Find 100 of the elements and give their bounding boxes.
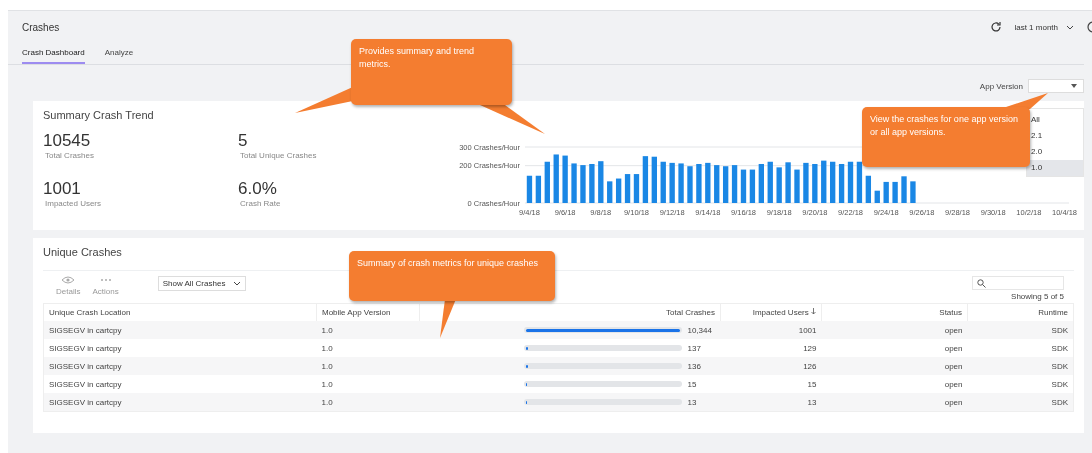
eye-icon (61, 276, 76, 284)
column-header[interactable]: Runtime (1038, 308, 1068, 317)
table-cell-text: 10,344 (687, 325, 713, 335)
table-cell: 126 (803, 361, 817, 371)
table-cell: open (944, 379, 963, 389)
table-cell-text: 137 (687, 343, 702, 353)
chart-bar (544, 161, 550, 203)
callout-bubble: Provides summary and trend metrics. (351, 39, 512, 105)
chart-bar (749, 169, 756, 203)
table-cell: 13 (807, 397, 817, 407)
chart-bar (651, 156, 657, 203)
callout-bubble: Summary of crash metrics for unique crashes (349, 251, 555, 301)
column-header[interactable]: Total Crashes (666, 308, 715, 317)
chart-bar (865, 175, 871, 203)
caret-down-icon (1071, 84, 1077, 88)
chart-bar (812, 164, 818, 203)
chart-bar (910, 181, 916, 203)
chart-bar (642, 156, 649, 203)
chart-bar (847, 161, 854, 203)
card-title: Unique Crashes (43, 246, 122, 258)
chart-bar (553, 154, 559, 203)
column-header[interactable]: Status (939, 308, 962, 317)
version-option[interactable]: 1.0 (1027, 160, 1083, 176)
chart-bar (723, 166, 729, 203)
chart-bar (526, 175, 533, 203)
chart-bar (615, 178, 622, 203)
filter-dropdown[interactable]: Show All Crashes (157, 276, 247, 291)
chart-bar (660, 161, 666, 203)
chart-bar (714, 165, 720, 203)
page-title: Crashes (22, 21, 60, 33)
tab[interactable]: Analyze (104, 48, 134, 64)
ellipsis-icon (99, 276, 112, 284)
help-icon[interactable] (1086, 21, 1092, 33)
table-cell: open (944, 343, 963, 353)
callout-pointer (480, 105, 545, 134)
version-option[interactable]: 2.1 (1027, 128, 1083, 144)
showing-count: Showing 5 of 5 (1011, 292, 1064, 301)
version-option[interactable]: 2.0 (1027, 144, 1083, 160)
search-field[interactable] (972, 276, 1064, 290)
card-title: Summary Crash Trend (43, 109, 154, 121)
table-cell: 1.0 (321, 361, 333, 371)
chart-bar (838, 164, 845, 203)
metric-label: Total Unique Crashes (239, 151, 318, 160)
tab[interactable]: Crash Dashboard (22, 48, 85, 64)
time-range-dropdown[interactable]: last 1 month (1014, 22, 1074, 32)
chart-bar (785, 162, 791, 203)
table-cell: open (944, 397, 963, 407)
table-cell: SIGSEGV in cartcpy (49, 361, 122, 371)
chart-bar (589, 164, 595, 203)
metric-label: Impacted Users (44, 198, 103, 208)
table-cell: SDK (1051, 325, 1068, 335)
metric-value: 1001 (43, 178, 82, 199)
callout-pointer (440, 299, 456, 338)
app-version-label: App Version (979, 81, 1023, 91)
table-cell: open (944, 325, 963, 335)
chart-bar (624, 174, 631, 203)
chart-bar (687, 166, 693, 203)
metric-value: 6.0% (238, 178, 278, 199)
chart-bar (678, 163, 684, 203)
table-cell: SIGSEGV in cartcpy (49, 379, 122, 389)
sort-icon[interactable] (811, 308, 816, 315)
chart-bar (535, 175, 542, 203)
chart-bar (731, 165, 738, 203)
table-cell: 1.0 (321, 397, 333, 407)
column-header[interactable]: Impacted Users (752, 308, 809, 317)
chart-bar (571, 163, 577, 203)
table-cell: SIGSEGV in cartcpy (49, 325, 122, 335)
version-option[interactable]: All (1027, 112, 1083, 128)
table-cell: open (944, 361, 963, 371)
chart-bar (901, 176, 907, 203)
chart-bar (758, 164, 764, 203)
column-header[interactable]: Unique Crash Location (49, 308, 131, 317)
chevron-down-icon (233, 281, 242, 286)
metric-value: 5 (238, 131, 249, 151)
chart-bar (874, 190, 880, 203)
chart-bar (633, 174, 640, 203)
chart-bar (580, 165, 586, 203)
chart-bar (767, 161, 773, 203)
chart-bar (883, 181, 889, 203)
chart-bar (821, 160, 827, 203)
column-header[interactable]: Mobile App Version (322, 308, 391, 317)
chart-bar (803, 162, 809, 203)
table-cell: 1.0 (321, 325, 333, 335)
table-cell-text: 136 (687, 361, 702, 371)
table-cell-text: 13 (687, 397, 698, 407)
chart-bar (740, 169, 747, 203)
chevron-down-icon (1066, 24, 1074, 30)
chart-bar (669, 162, 675, 203)
chart-bar (892, 181, 898, 203)
chart-bar (562, 155, 568, 203)
search-icon (977, 278, 986, 288)
chart-bar (794, 169, 800, 203)
metric-label: Crash Rate (239, 198, 282, 208)
table-cell: 1001 (798, 325, 817, 335)
metric-value: 10545 (43, 131, 92, 151)
chart-bar (705, 162, 711, 203)
table-cell: SDK (1051, 397, 1068, 407)
table-cell: SDK (1051, 361, 1068, 371)
refresh-icon[interactable] (990, 21, 1003, 33)
table-cell: SDK (1051, 343, 1068, 353)
